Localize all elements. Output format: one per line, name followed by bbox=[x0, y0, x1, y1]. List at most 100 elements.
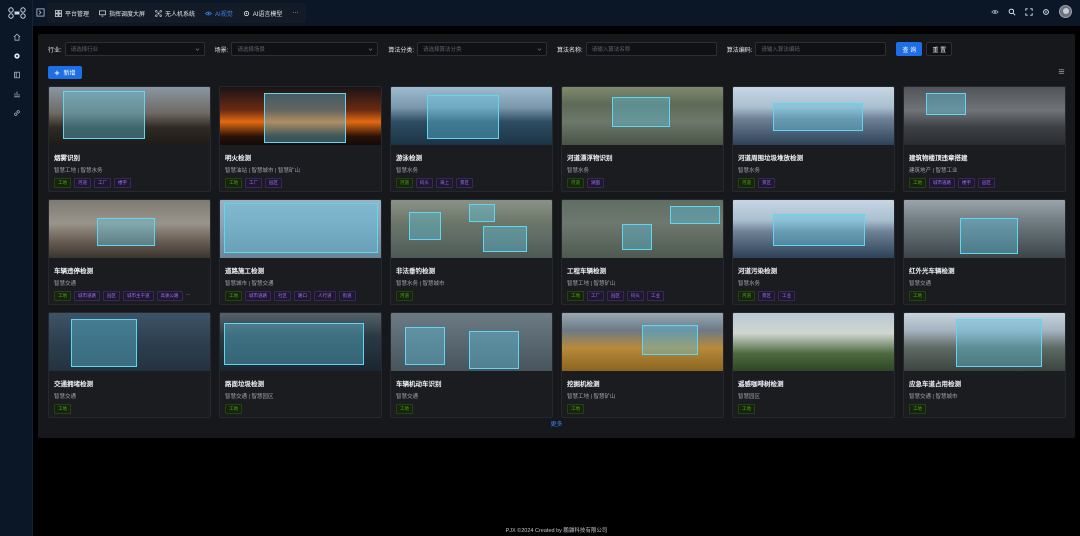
card-thumbnail bbox=[733, 87, 894, 145]
search-button[interactable]: 查 询 bbox=[896, 42, 923, 56]
detection-box bbox=[483, 226, 527, 252]
card-tags: 河道 湖面 bbox=[567, 178, 604, 188]
settings-icon[interactable] bbox=[1042, 8, 1050, 16]
fullscreen-icon[interactable] bbox=[1025, 7, 1033, 16]
algorithm-card[interactable]: 道路施工检测 智慧城市 | 智慧交通 工地 城市道路 社区 路口 人行道 街道 bbox=[219, 199, 382, 305]
card-thumbnail bbox=[49, 200, 210, 258]
avatar[interactable] bbox=[1059, 5, 1072, 18]
scene-tag: 工业 bbox=[778, 291, 795, 301]
card-title: 河道漂浮物识别 bbox=[567, 155, 613, 162]
card-industries: 建筑地产 | 智慧工业 bbox=[909, 168, 958, 174]
algorithm-card[interactable]: 路面垃圾检测 智慧交通 | 智慧园区 工地 bbox=[219, 312, 382, 418]
scene-tag: 工厂 bbox=[94, 178, 111, 188]
algorithm-card[interactable]: 交通拥堵检测 智慧交通 工地 bbox=[48, 312, 211, 418]
scene-select[interactable]: 请选择场景 bbox=[231, 42, 379, 56]
industry-select[interactable]: 请选择行业 bbox=[64, 42, 205, 56]
algorithm-card[interactable]: 工程车辆检测 智慧工地 | 智慧矿山 工地 工厂 园区 码头 工业 bbox=[561, 199, 724, 305]
algorithm-card[interactable]: 应急车道占用检测 智慧交通 | 智慧城市 工地 bbox=[903, 312, 1066, 418]
algorithm-card[interactable]: 遥感咖啡树检测 智慧园区 工地 bbox=[732, 312, 895, 418]
card-industries: 智慧交通 | 智慧城市 bbox=[909, 394, 958, 400]
card-tags: 工地 bbox=[738, 404, 755, 414]
scene-tag: 河道 bbox=[738, 178, 755, 188]
nav-item-2[interactable]: 无人机系统 bbox=[150, 3, 200, 23]
algo-name-input[interactable]: 请输入算法名称 bbox=[585, 42, 717, 56]
detection-box bbox=[427, 95, 499, 139]
scene-tag: 工地 bbox=[54, 404, 71, 414]
algo-code-input[interactable]: 请输入算法编码 bbox=[755, 42, 887, 56]
card-tags: 工地 城市道路 楼宇 园区 bbox=[909, 178, 995, 188]
category-select[interactable]: 请选择算法分类 bbox=[417, 42, 548, 56]
scene-tag: 街道 bbox=[338, 291, 356, 301]
algorithm-card[interactable]: 游泳检测 智慧水务 河道 码头 海上 景区 bbox=[390, 86, 553, 192]
footer: PJX ©2024 Created by 鹏骧科技有限公司 bbox=[505, 528, 608, 534]
card-title: 红外光车辆检测 bbox=[909, 268, 955, 275]
list-view-icon[interactable] bbox=[1058, 68, 1065, 75]
card-tags: 工地 bbox=[396, 404, 413, 414]
scene-tag: 园区 bbox=[265, 178, 282, 188]
algorithm-card[interactable]: 河道周围垃圾堆放检测 智慧水务 河道 景区 bbox=[732, 86, 895, 192]
card-industries: 智慧交通 bbox=[909, 281, 932, 287]
nav-item-0[interactable]: 平台管理 bbox=[50, 3, 94, 23]
card-thumbnail bbox=[562, 313, 723, 371]
algorithm-card[interactable]: 红外光车辆检测 智慧交通 工地 bbox=[903, 199, 1066, 305]
algorithm-card[interactable]: 河道污染检测 智慧水务 河道 景区 工业 bbox=[732, 199, 895, 305]
chevron-down-icon bbox=[537, 48, 542, 51]
card-title: 游泳检测 bbox=[396, 155, 422, 162]
scene-tag: 景区 bbox=[758, 178, 775, 188]
algo-name-placeholder: 请输入算法名称 bbox=[591, 47, 631, 53]
algorithm-card[interactable]: 建筑物楼顶违章搭建 建筑地产 | 智慧工业 工地 城市道路 楼宇 园区 bbox=[903, 86, 1066, 192]
scene-tag: 河道 bbox=[74, 178, 91, 188]
algorithm-card[interactable]: 河道漂浮物识别 智慧水务 河道 湖面 bbox=[561, 86, 724, 192]
algorithm-card[interactable]: 挖掘机检测 智慧工地 | 智慧矿山 工地 bbox=[561, 312, 724, 418]
algorithm-card[interactable]: 烟雾识别 智慧工地 | 智慧水务 工地 河道 工厂 楼宇 bbox=[48, 86, 211, 192]
detection-box bbox=[264, 93, 346, 143]
algorithm-card[interactable]: 车辆机动车识别 智慧交通 工地 bbox=[390, 312, 553, 418]
nav-item-1[interactable]: 指挥调度大屏 bbox=[94, 3, 150, 23]
card-tags: 工地 bbox=[225, 404, 242, 414]
search-icon[interactable] bbox=[1008, 8, 1016, 16]
category-placeholder: 请选择算法分类 bbox=[423, 47, 462, 53]
nav-item-label: ··· bbox=[292, 10, 299, 16]
nav-item-3[interactable]: AI视觉 bbox=[200, 3, 238, 23]
card-title: 非法垂钓检测 bbox=[396, 268, 435, 275]
home-icon[interactable] bbox=[0, 27, 33, 46]
scene-tag: 码头 bbox=[416, 178, 433, 188]
card-thumbnail bbox=[904, 313, 1065, 371]
card-tags: 工地 工厂 园区 码头 工业 bbox=[567, 291, 664, 301]
detection-box bbox=[960, 218, 1018, 254]
nav-item-5[interactable]: ··· bbox=[287, 3, 303, 23]
top-right-tools bbox=[991, 5, 1072, 18]
card-tags: 工地 城市道路 园区 城市主干道 高速公路 ··· bbox=[54, 291, 191, 301]
algorithm-grid: 烟雾识别 智慧工地 | 智慧水务 工地 河道 工厂 楼宇 明火检测 智慧油站 | 智慧城市 |… bbox=[48, 86, 1066, 418]
menu-toggle-icon[interactable] bbox=[36, 8, 45, 17]
card-industries: 智慧工地 | 智慧矿山 bbox=[567, 394, 616, 400]
more-link[interactable]: 更多 bbox=[38, 419, 1075, 428]
add-button[interactable]: 新增 bbox=[48, 66, 82, 79]
link-icon[interactable] bbox=[0, 103, 33, 122]
nav-item-4[interactable]: AI语言模型 bbox=[238, 3, 288, 23]
book-icon[interactable] bbox=[0, 65, 33, 84]
scene-tag: 河道 bbox=[396, 178, 413, 188]
filter-bar: 行业: 请选择行业 场景: 请选择场景 算法分类: 请选择算法分类 算法名称: … bbox=[48, 42, 953, 56]
scene-tag: 湖面 bbox=[587, 178, 604, 188]
eye-icon[interactable] bbox=[991, 8, 999, 16]
detection-box bbox=[642, 325, 698, 355]
reset-button[interactable]: 重 置 bbox=[926, 42, 953, 56]
detection-box bbox=[469, 331, 519, 369]
card-industries: 智慧水务 bbox=[738, 168, 761, 174]
algo-code-placeholder: 请输入算法编码 bbox=[761, 47, 800, 53]
scene-tag: 工地 bbox=[909, 404, 926, 414]
drone-logo-icon[interactable] bbox=[0, 0, 33, 26]
algorithm-card[interactable]: 明火检测 智慧油站 | 智慧城市 | 智慧矿山 工地 工厂 园区 bbox=[219, 86, 382, 192]
detection-box bbox=[71, 319, 137, 367]
card-thumbnail bbox=[733, 313, 894, 371]
scene-tag: 工地 bbox=[738, 404, 755, 414]
algorithm-card[interactable]: 非法垂钓检测 智慧水务 | 智慧城市 河道 bbox=[390, 199, 553, 305]
algorithm-card[interactable]: 车辆违停检测 智慧交通 工地 城市道路 园区 城市主干道 高速公路 ··· bbox=[48, 199, 211, 305]
card-thumbnail bbox=[904, 200, 1065, 258]
scene-tag: 海上 bbox=[436, 178, 453, 188]
card-title: 挖掘机检测 bbox=[567, 381, 600, 388]
scene-tag: 工业 bbox=[647, 291, 664, 301]
chart-icon[interactable] bbox=[0, 84, 33, 103]
gear-icon[interactable] bbox=[0, 46, 33, 65]
